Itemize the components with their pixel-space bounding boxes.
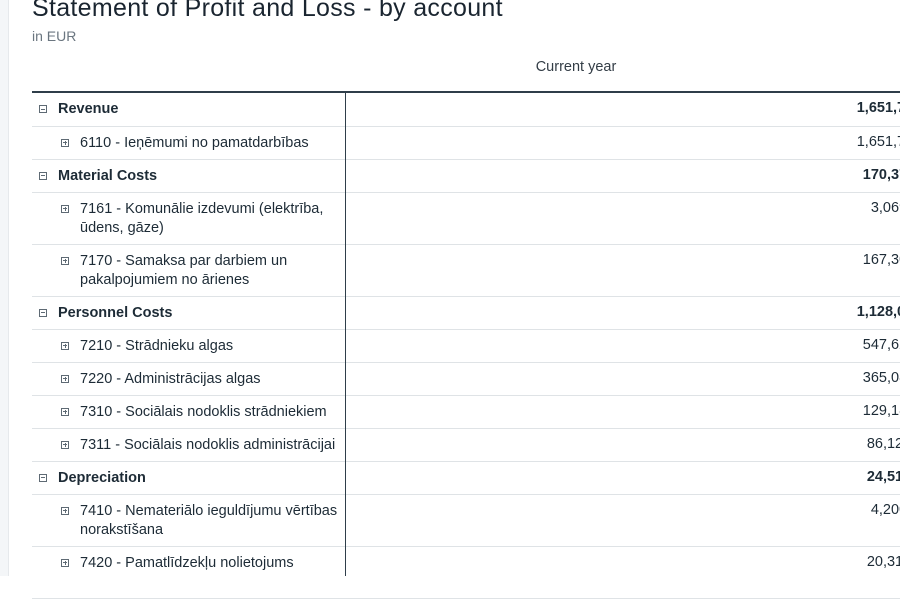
expand-icon[interactable] <box>61 341 69 350</box>
account-row-7210: 7210 - Strādnieku algas 547,628 <box>32 329 900 363</box>
collapse-icon[interactable] <box>39 308 47 317</box>
account-value: 129,185 <box>862 402 900 419</box>
left-panel-border <box>0 0 9 576</box>
group-row-personnel-costs: Personnel Costs 1,128,022 <box>32 296 900 330</box>
account-value: 3,069 <box>870 199 900 216</box>
group-row-material-costs: Material Costs 170,377 <box>32 159 900 193</box>
group-value: 170,377 <box>862 166 900 183</box>
account-value: 167,308 <box>862 251 900 268</box>
group-label: Material Costs <box>58 167 158 184</box>
account-value: 547,628 <box>862 336 900 353</box>
expand-icon[interactable] <box>61 506 69 515</box>
account-label: 6110 - Ieņēmumi no pamatdarbības <box>80 134 309 151</box>
account-label: 7310 - Sociālais nodoklis strādniekiem <box>80 403 327 420</box>
group-row-depreciation: Depreciation 24,512 <box>32 461 900 495</box>
account-value: 4,200 <box>870 501 900 518</box>
account-row-7420: 7420 - Pamatlīdzekļu nolietojums 20,312 <box>32 546 900 599</box>
column-divider <box>345 91 346 576</box>
group-label: Depreciation <box>58 469 146 486</box>
report-title: Statement of Profit and Loss - by accoun… <box>32 0 503 22</box>
account-row-7170: 7170 - Samaksa par darbiem un pakalpojum… <box>32 244 900 297</box>
account-value: 1,651,793 <box>856 133 900 150</box>
collapse-icon[interactable] <box>39 105 47 113</box>
group-row-revenue: Revenue 1,651,793 <box>32 93 900 127</box>
account-row-7310: 7310 - Sociālais nodoklis strādniekiem 1… <box>32 395 900 429</box>
expand-icon[interactable] <box>61 204 69 213</box>
group-label: Personnel Costs <box>58 304 173 321</box>
expand-icon[interactable] <box>61 440 69 449</box>
group-value: 24,512 <box>866 468 900 485</box>
collapse-icon[interactable] <box>39 171 47 180</box>
account-value: 20,312 <box>866 553 900 570</box>
expand-icon[interactable] <box>61 138 69 147</box>
account-row-7311: 7311 - Sociālais nodoklis administrācija… <box>32 428 900 462</box>
account-row-7220: 7220 - Administrācijas algas 365,085 <box>32 362 900 396</box>
group-value: 1,651,793 <box>856 100 900 116</box>
account-label: 7161 - Komunālie izdevumi (elektrība, ūd… <box>80 200 324 236</box>
account-label: 7210 - Strādnieku algas <box>80 337 234 354</box>
account-label: 7410 - Nemateriālo ieguldījumu vērtības … <box>80 502 338 538</box>
account-value: 365,085 <box>862 369 900 386</box>
expand-icon[interactable] <box>61 407 69 416</box>
account-label: 7220 - Administrācijas algas <box>80 370 261 387</box>
column-header-current-year: Current year <box>535 59 617 75</box>
account-row-7161: 7161 - Komunālie izdevumi (elektrība, ūd… <box>32 192 900 245</box>
expand-icon[interactable] <box>61 374 69 383</box>
expand-icon[interactable] <box>61 558 69 567</box>
account-row-7410: 7410 - Nemateriālo ieguldījumu vērtības … <box>32 494 900 547</box>
account-label: 7420 - Pamatlīdzekļu nolietojums <box>80 554 294 571</box>
account-label: 7170 - Samaksa par darbiem un pakalpojum… <box>80 252 288 288</box>
group-label: Revenue <box>58 101 119 117</box>
account-value: 86,124 <box>866 435 900 452</box>
collapse-icon[interactable] <box>39 473 47 482</box>
account-row-6110: 6110 - Ieņēmumi no pamatdarbības 1,651,7… <box>32 126 900 160</box>
group-value: 1,128,022 <box>856 303 900 320</box>
report-subtitle: in EUR <box>32 28 77 44</box>
expand-icon[interactable] <box>61 256 69 265</box>
profit-loss-table: Revenue 1,651,793 6110 - Ieņēmumi no pam… <box>32 93 900 599</box>
account-label: 7311 - Sociālais nodoklis administrācija… <box>80 436 336 453</box>
